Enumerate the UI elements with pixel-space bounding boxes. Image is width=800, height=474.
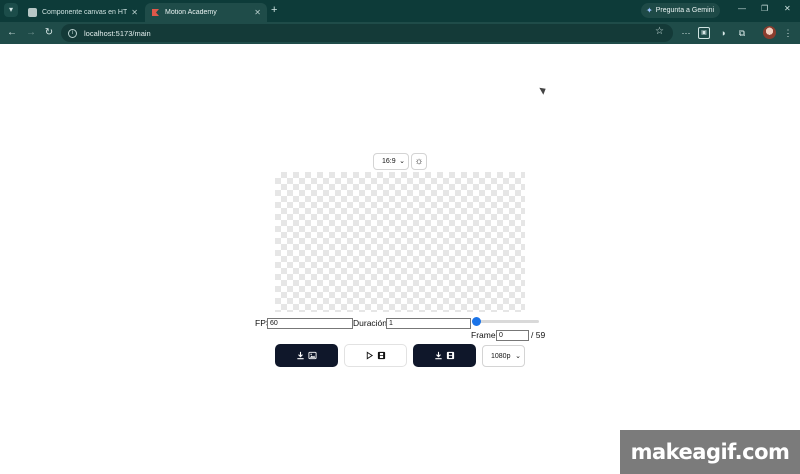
gemini-spark-icon: ✦ bbox=[646, 6, 653, 15]
download-image-button[interactable] bbox=[275, 344, 338, 367]
tab-title: Motion Academy bbox=[165, 9, 217, 16]
film-icon bbox=[446, 351, 455, 360]
download-icon bbox=[297, 351, 304, 360]
chevron-down-icon: ⌄ bbox=[515, 353, 521, 360]
tab-motion-academy[interactable]: Motion Academy ✕ bbox=[145, 3, 267, 22]
play-icon bbox=[366, 351, 374, 360]
makeagif-watermark: makeagif.com bbox=[620, 430, 800, 474]
duration-label: Duración bbox=[353, 318, 388, 328]
close-window-icon[interactable]: ✕ bbox=[784, 4, 791, 13]
play-preview-button[interactable] bbox=[344, 344, 407, 367]
gemini-button[interactable]: ✦ Pregunta a Gemini bbox=[641, 3, 720, 18]
image-icon bbox=[308, 351, 317, 360]
film-icon bbox=[377, 351, 386, 360]
tab-favicon-icon bbox=[151, 8, 160, 17]
resolution-select[interactable]: 1080p ⌄ bbox=[482, 345, 525, 367]
aspect-ratio-select[interactable]: 16:9 ⌄ bbox=[373, 153, 409, 170]
preview-canvas[interactable] bbox=[275, 172, 525, 312]
menu-kebab-icon[interactable]: ⋮ bbox=[782, 27, 794, 39]
aspect-ratio-value: 16:9 bbox=[382, 158, 396, 165]
extension-icon[interactable]: ◑ bbox=[717, 27, 729, 39]
browser-tab-bar: ▾ Componente canvas en HTML ✕ Motion Aca… bbox=[0, 0, 800, 22]
tab-title: Componente canvas en HTML bbox=[42, 9, 128, 16]
back-icon[interactable]: ← bbox=[5, 26, 19, 40]
close-icon[interactable]: ✕ bbox=[254, 8, 261, 17]
frame-total: / 59 bbox=[531, 330, 546, 340]
bookmark-star-icon[interactable]: ☆ bbox=[655, 26, 664, 37]
close-icon[interactable]: ✕ bbox=[131, 8, 138, 17]
minimize-icon[interactable]: — bbox=[738, 4, 746, 13]
frame-slider[interactable] bbox=[477, 320, 539, 323]
more-extensions-icon[interactable]: ⋯ bbox=[680, 27, 692, 39]
new-tab-button[interactable]: + bbox=[271, 3, 277, 17]
site-info-icon[interactable]: i bbox=[68, 28, 77, 38]
fps-input[interactable] bbox=[267, 318, 353, 329]
chevron-down-icon: ⌄ bbox=[399, 158, 405, 165]
tab-favicon-icon bbox=[28, 8, 37, 17]
profile-avatar[interactable] bbox=[763, 26, 776, 39]
tab-componente-canvas[interactable]: Componente canvas en HTML ✕ bbox=[22, 3, 144, 22]
download-icon bbox=[435, 351, 442, 360]
reload-icon[interactable]: ↻ bbox=[42, 26, 56, 40]
extension-icon[interactable]: ▣ bbox=[698, 27, 710, 39]
download-video-button[interactable] bbox=[413, 344, 476, 367]
resolution-value: 1080p bbox=[491, 352, 511, 360]
duration-input[interactable] bbox=[386, 318, 471, 329]
frame-input[interactable] bbox=[496, 330, 529, 341]
address-text: localhost:5173/main bbox=[84, 28, 151, 38]
tab-search-button[interactable]: ▾ bbox=[4, 3, 18, 17]
frame-label: Frame bbox=[471, 330, 496, 340]
restore-icon[interactable]: ❐ bbox=[761, 4, 768, 13]
browser-toolbar: ← → ↻ i localhost:5173/main ☆ ⋯ ▣ ◑ ⧉ ⋮ bbox=[0, 22, 800, 44]
sun-icon: ☼ bbox=[414, 156, 424, 167]
forward-icon[interactable]: → bbox=[24, 26, 38, 40]
extensions-puzzle-icon[interactable]: ⧉ bbox=[736, 27, 748, 39]
address-bar[interactable]: i localhost:5173/main ☆ bbox=[61, 24, 673, 42]
theme-toggle-button[interactable]: ☼ bbox=[411, 153, 427, 170]
gemini-label: Pregunta a Gemini bbox=[655, 7, 715, 14]
frame-slider-thumb[interactable] bbox=[472, 317, 481, 326]
